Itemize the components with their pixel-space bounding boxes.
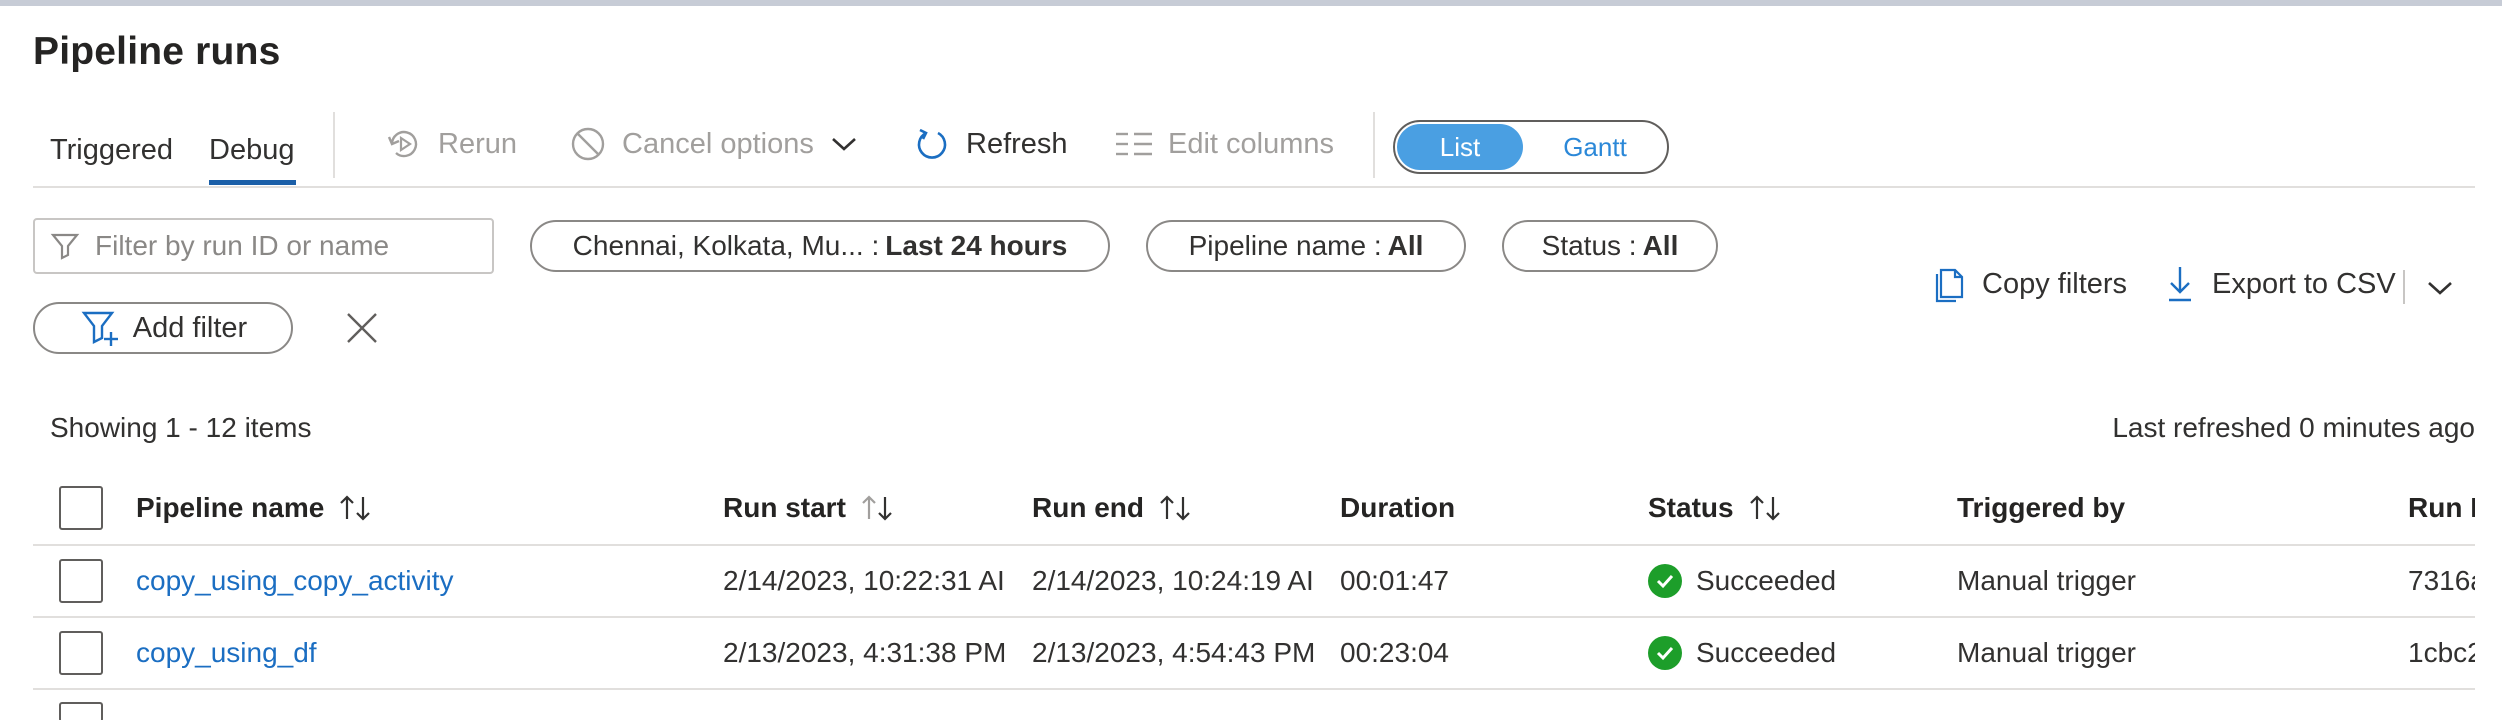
- run-start: 2/13/2023, 4:31:38 PM: [723, 637, 1007, 668]
- success-check-icon: [1648, 636, 1682, 670]
- status-text: Succeeded: [1696, 637, 1837, 668]
- edit-columns-button[interactable]: Edit columns: [1112, 122, 1334, 166]
- download-icon: [2160, 262, 2200, 306]
- rerun-button[interactable]: Rerun: [382, 122, 517, 166]
- add-filter-button[interactable]: Add filter: [33, 302, 293, 354]
- row-checkbox[interactable]: [59, 631, 103, 675]
- select-all-checkbox[interactable]: [59, 486, 103, 530]
- rerun-label: Rerun: [438, 127, 517, 160]
- export-csv-button[interactable]: Export to CSV: [2160, 262, 2396, 306]
- run-start: 2/14/2023, 10:22:31 AI: [723, 565, 1005, 596]
- run-end: 2/13/2023, 4:54:43 PM: [1032, 637, 1316, 668]
- col-status[interactable]: Status: [1648, 472, 1782, 544]
- search-box[interactable]: Filter by run ID or name: [33, 218, 494, 274]
- columns-icon: [1112, 122, 1156, 166]
- table-row[interactable]: copy_using_copy_activity 2/14/2023, 10:2…: [33, 544, 2475, 616]
- pipeline-name-link[interactable]: copy_using_df: [136, 618, 317, 688]
- chevron-down-icon: [830, 134, 858, 154]
- add-filter-icon: [79, 306, 123, 350]
- clear-filters-icon[interactable]: [340, 306, 384, 350]
- tab-triggered[interactable]: Triggered: [50, 134, 173, 167]
- table-row[interactable]: copy_using_df 2/13/2023, 4:31:38 PM 2/13…: [33, 616, 2475, 688]
- refresh-icon: [910, 122, 954, 166]
- status-filter[interactable]: Status : All: [1502, 220, 1718, 272]
- refresh-button[interactable]: Refresh: [910, 122, 1068, 166]
- col-triggered-by[interactable]: Triggered by: [1957, 472, 2125, 544]
- gantt-toggle[interactable]: Gantt: [1525, 124, 1665, 170]
- duration: 00:01:47: [1340, 565, 1449, 596]
- cancel-icon: [566, 122, 610, 166]
- status-cell: Succeeded: [1648, 546, 1836, 616]
- rerun-icon: [382, 122, 426, 166]
- table-header: Pipeline name Run start Run end Duration…: [33, 472, 2475, 544]
- time-range-prefix: Chennai, Kolkata, Mu... :: [572, 230, 880, 261]
- run-id: 7316a: [2408, 565, 2475, 596]
- top-border: [0, 0, 2502, 6]
- col-run-end-label: Run end: [1032, 492, 1144, 523]
- edit-columns-label: Edit columns: [1168, 127, 1335, 160]
- status-text: Succeeded: [1696, 565, 1837, 596]
- run-end: 2/14/2023, 10:24:19 AI: [1032, 565, 1314, 596]
- status-cell: Succeeded: [1648, 618, 1836, 688]
- triggered-by: Manual trigger: [1957, 637, 2136, 668]
- run-id: 1cbc2: [2408, 637, 2475, 668]
- pipeline-name-filter[interactable]: Pipeline name : All: [1146, 220, 1466, 272]
- table-row-partial: [33, 688, 2475, 720]
- copy-filters-button[interactable]: Copy filters: [1930, 262, 2127, 306]
- col-run-end[interactable]: Run end: [1032, 472, 1192, 544]
- sort-icon: [338, 493, 372, 523]
- toolbar-divider: [1373, 112, 1375, 178]
- refresh-label: Refresh: [966, 127, 1068, 160]
- export-divider: [2403, 270, 2405, 304]
- status-filter-value: All: [1642, 230, 1679, 261]
- time-range-value: Last 24 hours: [885, 230, 1068, 261]
- export-csv-label: Export to CSV: [2212, 267, 2396, 300]
- pipeline-filter-prefix: Pipeline name :: [1188, 230, 1382, 261]
- search-placeholder: Filter by run ID or name: [95, 230, 390, 261]
- col-run-id[interactable]: Run I: [2408, 472, 2475, 544]
- triggered-by: Manual trigger: [1957, 565, 2136, 596]
- col-status-label: Status: [1648, 492, 1734, 523]
- col-pipeline-name-label: Pipeline name: [136, 492, 325, 523]
- page-title: Pipeline runs: [33, 30, 281, 73]
- row-checkbox[interactable]: [59, 702, 103, 720]
- copy-filters-label: Copy filters: [1982, 267, 2128, 300]
- row-checkbox[interactable]: [59, 559, 103, 603]
- success-check-icon: [1648, 564, 1682, 598]
- sort-icon: [1748, 493, 1782, 523]
- items-count: Showing 1 - 12 items: [50, 412, 312, 443]
- time-range-filter[interactable]: Chennai, Kolkata, Mu... : Last 24 hours: [530, 220, 1110, 272]
- col-duration[interactable]: Duration: [1340, 472, 1455, 544]
- list-toggle[interactable]: List: [1397, 124, 1523, 170]
- add-filter-label: Add filter: [132, 311, 248, 344]
- tab-debug[interactable]: Debug: [209, 134, 294, 167]
- col-pipeline-name[interactable]: Pipeline name: [136, 472, 372, 544]
- more-options-chevron-icon[interactable]: [2420, 268, 2460, 308]
- view-toggle: List Gantt: [1393, 120, 1669, 174]
- filter-icon: [45, 226, 85, 266]
- tabs-divider: [333, 112, 335, 178]
- tab-debug-underline: [209, 180, 296, 185]
- pipeline-filter-value: All: [1387, 230, 1424, 261]
- col-run-start-label: Run start: [723, 492, 846, 523]
- cancel-options-button[interactable]: Cancel options: [566, 122, 858, 166]
- toolbar-bottom-divider: [33, 186, 2475, 188]
- cancel-options-label: Cancel options: [622, 127, 814, 160]
- sort-icon: [1158, 493, 1192, 523]
- last-refreshed: Last refreshed 0 minutes ago: [2112, 412, 2475, 443]
- col-run-start[interactable]: Run start: [723, 472, 894, 544]
- status-filter-prefix: Status :: [1541, 230, 1637, 261]
- duration: 00:23:04: [1340, 637, 1449, 668]
- pipeline-name-link[interactable]: copy_using_copy_activity: [136, 546, 454, 616]
- copy-icon: [1930, 262, 1970, 306]
- sort-icon: [860, 493, 894, 523]
